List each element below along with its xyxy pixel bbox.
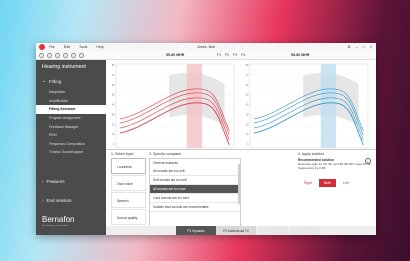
- sidebar-item[interactable]: REM: [36, 131, 106, 140]
- y-tick-label: 30: [112, 113, 115, 116]
- topic-item[interactable]: Sound quality: [111, 209, 146, 225]
- sidebar-header[interactable]: Hearing instrument: [36, 60, 106, 74]
- y-tick-label: 80: [112, 64, 115, 67]
- sidebar-section-label: Features: [46, 178, 65, 184]
- chevron-right-icon: ›: [42, 197, 44, 203]
- chevron-down-icon: ⌄: [42, 78, 46, 83]
- y-tick-label: 40: [112, 104, 115, 107]
- gain-chart-left: 80 70 60 50 40 30 20 10 0: [246, 63, 369, 149]
- complaint-item[interactable]: Sudden loud sounds are uncomfortable: [150, 203, 240, 212]
- frequency-band: [320, 64, 337, 148]
- topic-item[interactable]: Loudness: [111, 158, 146, 174]
- sidebar-section-features[interactable]: › Features: [36, 175, 106, 188]
- step-3-title: 3. Apply solution: [298, 152, 325, 156]
- program-button-p4[interactable]: P4: [241, 53, 245, 57]
- undo-icon[interactable]: [39, 52, 44, 58]
- sidebar-item[interactable]: Frequency Composition: [36, 140, 106, 149]
- y-tick-label: 40: [246, 104, 249, 107]
- sidebar-section-label: End session: [46, 197, 72, 203]
- apply-right-button[interactable]: Right: [304, 181, 312, 185]
- sidebar-item[interactable]: Tinnitus SoundSupport: [36, 148, 106, 157]
- maximize-icon[interactable]: □: [363, 45, 365, 49]
- y-tick-label: 20: [112, 123, 115, 126]
- sidebar-item[interactable]: Fitting Assistant: [36, 105, 106, 114]
- y-tick-label: 60: [246, 84, 249, 87]
- gain-charts: 80 70 60 50 40 30 20 10 0 80 70 60 50 40 30 20 10 0: [112, 63, 369, 149]
- divider: [106, 149, 376, 150]
- y-tick-label: 70: [112, 74, 115, 77]
- frequency-band: [186, 64, 203, 148]
- complaint-item[interactable]: Loud sounds are too loud: [150, 194, 240, 203]
- save-icon[interactable]: [55, 52, 60, 58]
- tab-program-2[interactable]: P2 Audiovisual TV: [216, 226, 256, 235]
- tab-program-4[interactable]: [290, 226, 320, 235]
- menu-bar: File Edit Tools Help Jones, Bob ⚙ – □ ×: [36, 43, 376, 51]
- app-window: File Edit Tools Help Jones, Bob ⚙ – □ × …: [36, 43, 376, 235]
- program-button-p2[interactable]: P2: [225, 53, 229, 57]
- side-selector: Right Both Left: [304, 178, 373, 187]
- topic-item[interactable]: Speech: [111, 192, 146, 208]
- step-2-title: 2. Specify complaint: [149, 152, 182, 156]
- complaint-item[interactable]: All sounds are too loud: [150, 185, 240, 194]
- menu-help[interactable]: Help: [96, 45, 103, 49]
- settings-icon[interactable]: ⚙: [347, 45, 350, 49]
- close-icon[interactable]: ×: [370, 45, 372, 49]
- chevron-right-icon: ›: [42, 178, 44, 184]
- connect-icon[interactable]: [63, 52, 68, 58]
- minimize-icon[interactable]: –: [356, 45, 358, 49]
- y-tick-label: 30: [246, 113, 249, 116]
- sidebar-item[interactable]: Program Assignment: [36, 114, 106, 123]
- menu-file[interactable]: File: [49, 45, 55, 49]
- apply-left-button[interactable]: Left: [343, 181, 349, 185]
- sidebar-item[interactable]: Adaptation: [36, 88, 106, 97]
- complaint-item[interactable]: All sounds are too soft: [150, 167, 240, 176]
- level-readout-right: 55-80 MHR: [166, 53, 185, 57]
- y-tick-label: 80: [246, 64, 249, 67]
- menu-edit[interactable]: Edit: [64, 45, 70, 49]
- sidebar-section-label: Fitting: [48, 78, 62, 84]
- tab-program-3[interactable]: [258, 226, 288, 235]
- sidebar: Hearing instrument ⌄ Fitting Adaptation A…: [36, 60, 106, 235]
- toolbar: 55-80 MHR P1 P2 P3 P4 55-80 MHR: [36, 51, 376, 60]
- complaint-category: General loudness: [153, 161, 178, 165]
- app-logo-icon: [39, 44, 45, 50]
- program-tabs: P1 Dynamic P2 Audiovisual TV: [106, 226, 376, 235]
- y-tick-label: 10: [246, 133, 249, 136]
- apply-both-button[interactable]: Both: [318, 178, 336, 187]
- level-readout-left: 55-80 MHR: [291, 53, 310, 57]
- complaint-item[interactable]: Soft sounds are too soft: [150, 176, 240, 185]
- sidebar-item[interactable]: Feedback Manager: [36, 122, 106, 131]
- y-tick-label: 70: [246, 74, 249, 77]
- gain-chart-right: 80 70 60 50 40 30 20 10 0: [112, 63, 235, 149]
- program-button-p1[interactable]: P1: [217, 53, 221, 57]
- brand-logo: Bernafon Your hearing · Our passion: [42, 215, 74, 227]
- topic-item[interactable]: Own voice: [111, 175, 146, 191]
- redo-icon[interactable]: [47, 52, 52, 58]
- topic-list: Loudness Own voice Speech Sound quality: [111, 158, 146, 226]
- y-tick-label: 0: [247, 143, 249, 146]
- sidebar-item[interactable]: Amplification: [36, 97, 106, 106]
- y-tick-label: 20: [246, 123, 249, 126]
- y-tick-label: 10: [112, 133, 115, 136]
- complaint-scrollbar[interactable]: [238, 164, 240, 204]
- step-1-title: 1. Select topic: [111, 152, 134, 156]
- program-button-p3[interactable]: P3: [233, 53, 237, 57]
- sidebar-section-end-session[interactable]: › End session: [36, 194, 106, 207]
- menu-tools[interactable]: Tools: [79, 45, 87, 49]
- solution-description: Decrease gain for 50, 65, and 80 dB SPL …: [298, 162, 371, 170]
- complaint-list: General loudness All sounds are too soft…: [149, 158, 241, 230]
- brand-tagline: Your hearing · Our passion: [42, 225, 69, 227]
- y-tick-label: 50: [112, 94, 115, 97]
- program-icon[interactable]: [79, 52, 84, 58]
- brand-name: Bernafon: [42, 215, 75, 224]
- y-tick-label: 50: [246, 94, 249, 97]
- mute-icon[interactable]: [71, 52, 76, 58]
- sidebar-section-fitting[interactable]: ⌄ Fitting: [36, 74, 106, 88]
- y-tick-label: 60: [112, 84, 115, 87]
- solution-panel: i Recommended solution Decrease gain for…: [298, 158, 373, 187]
- tab-program-1[interactable]: P1 Dynamic: [176, 226, 216, 235]
- info-icon[interactable]: i: [365, 158, 371, 164]
- y-tick-label: 0: [113, 143, 115, 146]
